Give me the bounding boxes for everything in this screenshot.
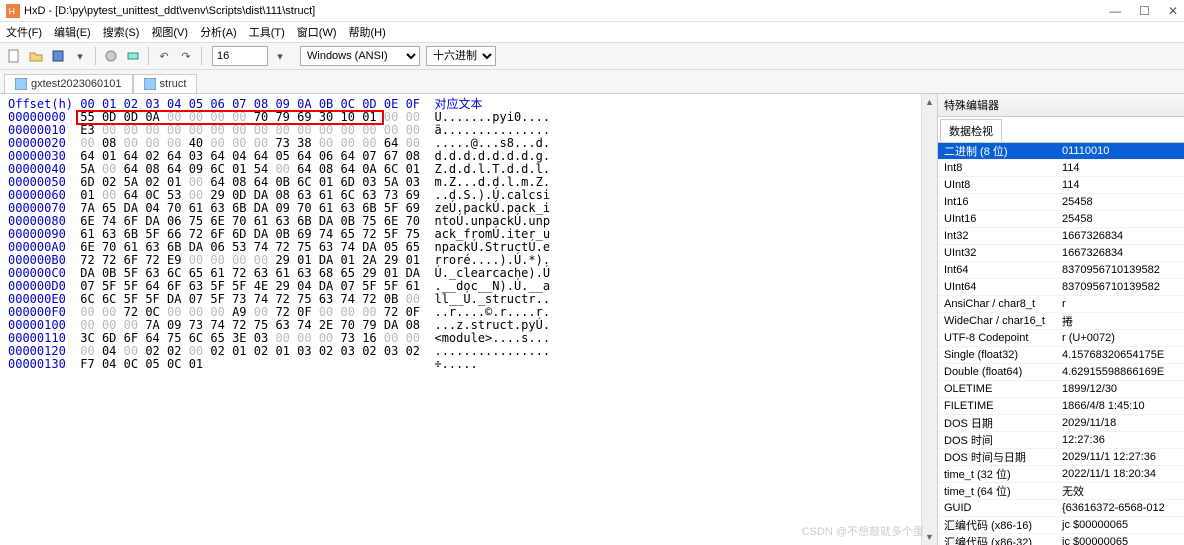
undo-button[interactable]: ↶ <box>154 46 174 66</box>
inspector-row[interactable]: Int321667326834 <box>938 228 1184 245</box>
inspector-row[interactable]: UTF-8 Codepointr (U+0072) <box>938 330 1184 347</box>
inspector-row[interactable]: time_t (64 位)无效 <box>938 483 1184 500</box>
save-button[interactable] <box>48 46 68 66</box>
close-button[interactable]: ✕ <box>1168 4 1178 18</box>
inspector-row[interactable]: 汇编代码 (x86-32)jc $00000065 <box>938 534 1184 545</box>
inspector-row[interactable]: OLETIME1899/12/30 <box>938 381 1184 398</box>
scroll-down-arrow[interactable]: ▼ <box>922 529 937 545</box>
document-tabs: gxtest2023060101struct <box>0 70 1184 94</box>
charset-select[interactable]: Windows (ANSI) <box>300 46 420 66</box>
inspector-row[interactable]: FILETIME1866/4/8 1:45:10 <box>938 398 1184 415</box>
menu-item[interactable]: 文件(F) <box>6 24 42 40</box>
menubar: 文件(F) 编辑(E) 搜索(S) 视图(V) 分析(A) 工具(T) 窗口(W) 帮助(H) <box>0 22 1184 42</box>
inspector-row[interactable]: UInt321667326834 <box>938 245 1184 262</box>
ram-button[interactable] <box>123 46 143 66</box>
data-inspector-panel: 特殊编辑器 数据检视 二进制 (8 位)01110010Int8114UInt8… <box>937 94 1184 545</box>
inspector-row[interactable]: time_t (32 位)2022/11/1 18:20:34 <box>938 466 1184 483</box>
inspector-row[interactable]: Double (float64)4.62915598866169E <box>938 364 1184 381</box>
new-button[interactable] <box>4 46 24 66</box>
inspector-row[interactable]: UInt648370956710139582 <box>938 279 1184 296</box>
bytes-per-row-dropdown[interactable]: ▾ <box>270 46 290 66</box>
inspector-row[interactable]: Int648370956710139582 <box>938 262 1184 279</box>
radix-select[interactable]: 十六进制 <box>426 46 496 66</box>
disk-button[interactable] <box>101 46 121 66</box>
document-tab[interactable]: struct <box>133 74 198 93</box>
app-icon: H <box>6 4 20 18</box>
inspector-row[interactable]: DOS 时间与日期2029/11/1 12:27:36 <box>938 449 1184 466</box>
menu-item[interactable]: 视图(V) <box>151 24 188 40</box>
toolbar: ▾ ↶ ↷ ▾ Windows (ANSI) 十六进制 <box>0 42 1184 70</box>
menu-item[interactable]: 搜索(S) <box>103 24 140 40</box>
scroll-up-arrow[interactable]: ▲ <box>922 94 937 110</box>
inspector-row[interactable]: DOS 日期2029/11/18 <box>938 415 1184 432</box>
inspector-row[interactable]: Int8114 <box>938 160 1184 177</box>
scrollbar[interactable]: ▲ ▼ <box>921 94 937 545</box>
inspector-row[interactable]: UInt1625458 <box>938 211 1184 228</box>
save-dropdown[interactable]: ▾ <box>70 46 90 66</box>
maximize-button[interactable]: ☐ <box>1139 4 1150 18</box>
open-button[interactable] <box>26 46 46 66</box>
window-title: HxD - [D:\py\pytest_unittest_ddt\venv\Sc… <box>24 5 315 17</box>
inspector-row[interactable]: WideChar / char16_t捲 <box>938 313 1184 330</box>
menu-item[interactable]: 编辑(E) <box>54 24 91 40</box>
inspector-row[interactable]: AnsiChar / char8_tr <box>938 296 1184 313</box>
hex-view[interactable]: Offset(h) 00 01 02 03 04 05 06 07 08 09 … <box>0 94 921 545</box>
menu-item[interactable]: 分析(A) <box>200 24 237 40</box>
inspector-tab[interactable]: 数据检视 <box>940 119 1002 142</box>
inspector-row[interactable]: GUID{63616372-6568-012 <box>938 500 1184 517</box>
menu-item[interactable]: 窗口(W) <box>297 24 337 40</box>
inspector-row[interactable]: 二进制 (8 位)01110010 <box>938 143 1184 160</box>
inspector-row[interactable]: 汇编代码 (x86-16)jc $00000065 <box>938 517 1184 534</box>
inspector-row[interactable]: Int1625458 <box>938 194 1184 211</box>
inspector-title: 特殊编辑器 <box>938 94 1184 117</box>
document-tab[interactable]: gxtest2023060101 <box>4 74 133 93</box>
inspector-row[interactable]: DOS 时间12:27:36 <box>938 432 1184 449</box>
bytes-per-row-input[interactable] <box>212 46 268 66</box>
minimize-button[interactable]: — <box>1109 4 1121 18</box>
inspector-row[interactable]: Single (float32)4.15768320654175E <box>938 347 1184 364</box>
svg-text:H: H <box>9 6 15 16</box>
titlebar: H HxD - [D:\py\pytest_unittest_ddt\venv\… <box>0 0 1184 22</box>
menu-item[interactable]: 帮助(H) <box>349 24 386 40</box>
inspector-row[interactable]: UInt8114 <box>938 177 1184 194</box>
menu-item[interactable]: 工具(T) <box>249 24 285 40</box>
redo-button[interactable]: ↷ <box>176 46 196 66</box>
